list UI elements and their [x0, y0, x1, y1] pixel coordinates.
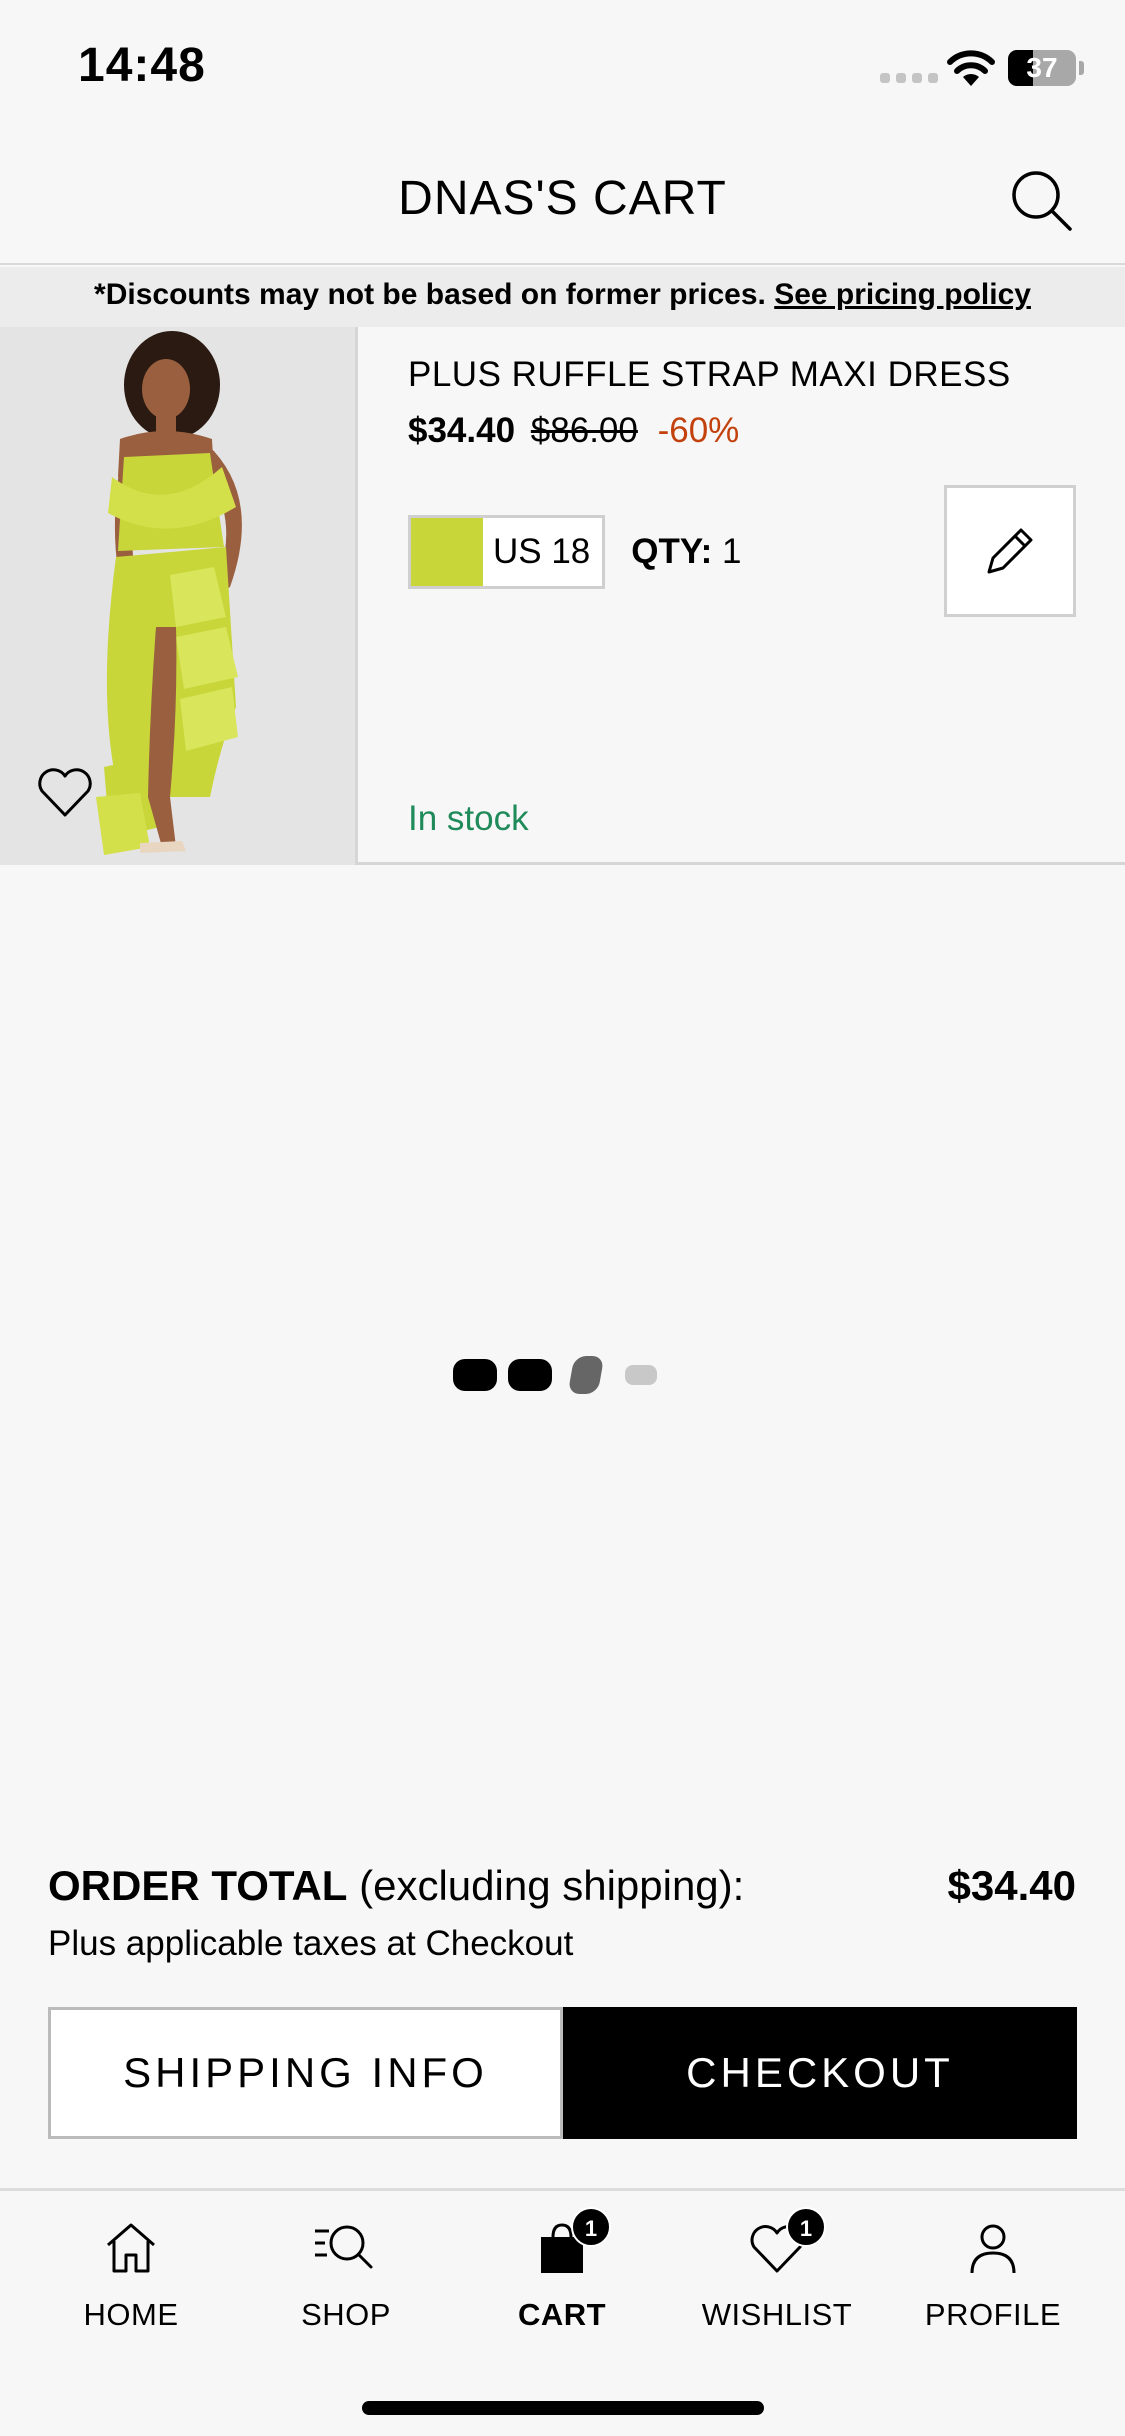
size-label: US 18 [493, 532, 591, 571]
color-size-box: US 18 [408, 515, 606, 589]
person-icon [958, 2213, 1028, 2283]
taxes-note: Plus applicable taxes at Checkout [48, 1924, 574, 1963]
wishlist-heart-icon[interactable] [36, 767, 94, 819]
battery-icon: 37 [1008, 50, 1076, 86]
tab-label-cart: CART [517, 2297, 607, 2332]
battery-level: 37 [1026, 52, 1058, 83]
loader-dot-4 [625, 1365, 657, 1385]
wifi-icon [947, 50, 995, 86]
tab-home[interactable]: HOME [31, 2213, 231, 2333]
tab-shop[interactable]: SHOP [246, 2213, 446, 2333]
qty-label: QTY: [631, 532, 713, 571]
pencil-icon [987, 528, 1033, 574]
tab-cart[interactable]: 1 CART [462, 2207, 662, 2333]
quantity: QTY: 1 [631, 532, 741, 572]
current-price: $34.40 [408, 411, 516, 450]
tab-label-home: HOME [83, 2297, 179, 2332]
order-total-title: ORDER TOTAL [48, 1862, 348, 1909]
search-icon[interactable] [1006, 165, 1076, 235]
wishlist-badge: 1 [786, 2207, 826, 2247]
discount-percent: -60% [657, 411, 740, 450]
pricing-policy-link[interactable]: See pricing policy [774, 278, 1031, 311]
qty-value: 1 [722, 532, 742, 571]
loading-indicator [453, 1355, 663, 1395]
heart-icon: 1 [742, 2207, 826, 2283]
edit-item-button[interactable] [944, 485, 1076, 617]
discount-banner: *Discounts may not be based on former pr… [0, 267, 1125, 327]
order-total-amount: $34.40 [947, 1862, 1076, 1909]
loader-dot-3 [567, 1356, 605, 1394]
loader-dot-1 [453, 1359, 497, 1391]
tab-label-shop: SHOP [301, 2297, 391, 2332]
stock-status: In stock [408, 799, 529, 838]
color-swatch [411, 518, 483, 586]
order-total-label: ORDER TOTAL (excluding shipping): [48, 1862, 1078, 1910]
shop-search-icon [311, 2213, 381, 2283]
loader-dot-2 [508, 1359, 552, 1391]
page-title: DNAS'S CART [398, 172, 727, 225]
tab-label-wishlist: WISHLIST [701, 2297, 853, 2332]
item-info: PLUS RUFFLE STRAP MAXI DRESS $34.40 $86.… [408, 355, 1108, 451]
page-header: DNAS'S CART [0, 135, 1125, 265]
order-total-section: ORDER TOTAL (excluding shipping): $34.40… [48, 1862, 1078, 1964]
home-icon [96, 2213, 166, 2283]
order-total-suffix: (excluding shipping): [347, 1862, 745, 1909]
variant-row: US 18 QTY: 1 [408, 515, 742, 589]
bottom-tab-bar: HOME SHOP 1 CART 1 WISHLIST PROFILE [0, 2188, 1125, 2436]
tab-wishlist[interactable]: 1 WISHLIST [677, 2207, 877, 2333]
tab-label-profile: PROFILE [924, 2297, 1062, 2332]
original-price: $86.00 [530, 411, 638, 450]
status-time: 14:48 [78, 39, 206, 92]
cart-badge: 1 [571, 2207, 611, 2247]
home-indicator [362, 2401, 764, 2415]
cellular-signal-icon [880, 73, 938, 83]
cart-bag-icon: 1 [527, 2207, 611, 2283]
battery-cap [1079, 61, 1084, 75]
price-row: $34.40 $86.00 -60% [408, 411, 1108, 451]
product-image[interactable] [0, 327, 358, 865]
checkout-button[interactable]: CHECKOUT [563, 2007, 1077, 2139]
shipping-info-button[interactable]: SHIPPING INFO [48, 2007, 563, 2139]
cart-item: PLUS RUFFLE STRAP MAXI DRESS $34.40 $86.… [0, 327, 1125, 865]
banner-text: *Discounts may not be based on former pr… [94, 278, 775, 311]
product-name[interactable]: PLUS RUFFLE STRAP MAXI DRESS [408, 355, 1108, 395]
status-bar: 14:48 37 [0, 0, 1125, 135]
tab-profile[interactable]: PROFILE [893, 2213, 1093, 2333]
